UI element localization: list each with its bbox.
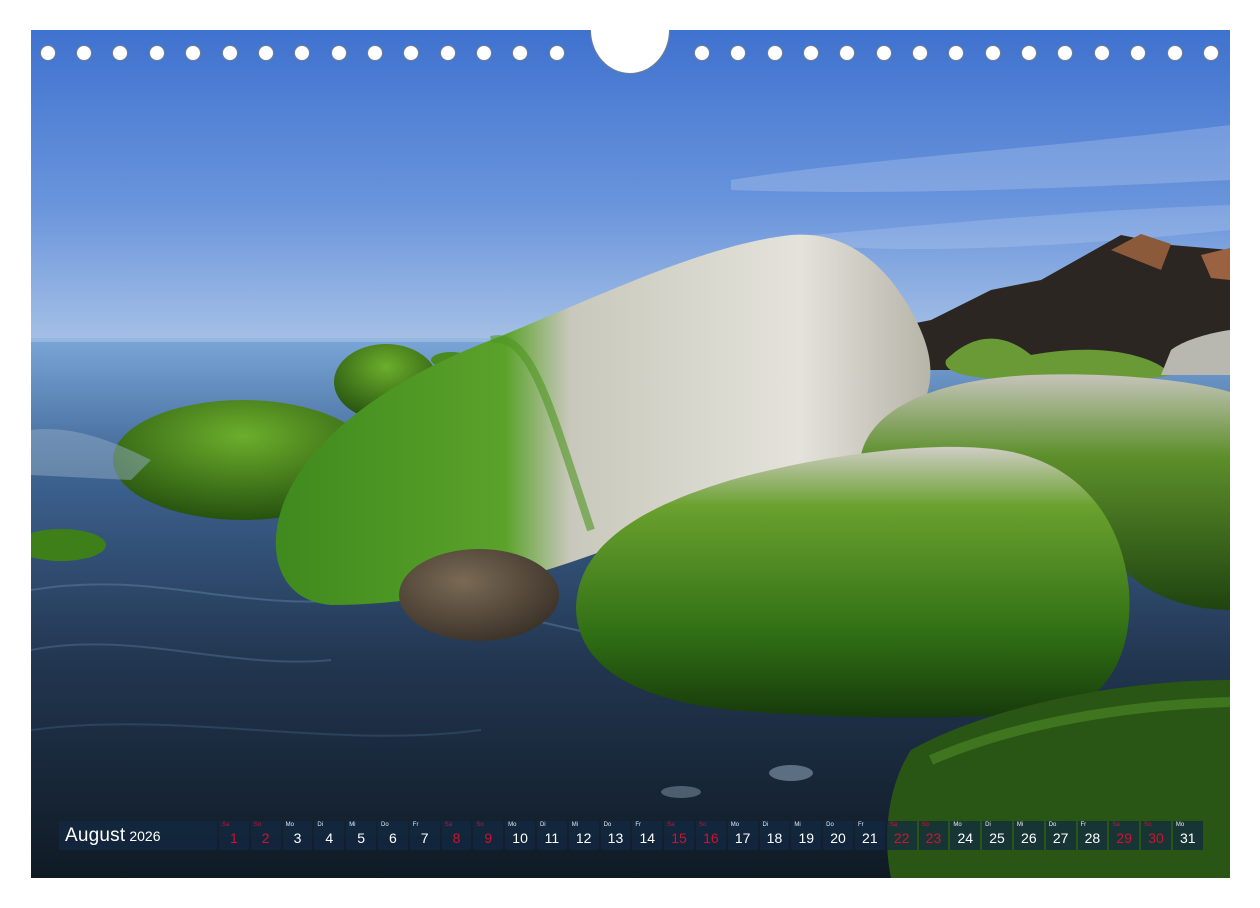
weekday-label: Mi bbox=[571, 822, 579, 828]
day-cell: So 30 bbox=[1141, 821, 1171, 850]
day-number: 28 bbox=[1084, 830, 1101, 846]
weekday-label: Mi bbox=[349, 822, 356, 828]
weekday-label: Mo bbox=[953, 822, 962, 828]
weekday-label: So bbox=[921, 822, 929, 828]
day-number: 11 bbox=[544, 830, 560, 846]
day-number: 22 bbox=[893, 830, 910, 846]
day-number: 20 bbox=[830, 830, 846, 846]
day-number: 30 bbox=[1148, 830, 1164, 846]
day-number: 15 bbox=[671, 830, 687, 846]
day-cell: Sa 29 bbox=[1109, 821, 1140, 850]
weekday-label: Sa bbox=[444, 822, 452, 828]
day-cell: Mo 31 bbox=[1172, 821, 1203, 850]
day-number: 27 bbox=[1052, 830, 1069, 846]
calendar-bar: August 2026 Sa 1 So 2 Mo 3 Di 4 Mi 5 Do 6 Fr 7 Sa 8 So 9 M… bbox=[59, 821, 1203, 850]
day-number: 24 bbox=[957, 830, 974, 846]
day-number: 31 bbox=[1180, 830, 1196, 846]
day-number: 1 bbox=[230, 830, 238, 846]
day-number: 19 bbox=[798, 830, 815, 846]
day-strip: Sa 1 So 2 Mo 3 Di 4 Mi 5 Do 6 Fr 7 Sa 8 So 9 Mo 10 Di 11 Mi 12 D… bbox=[219, 821, 1203, 850]
weekday-label: Sa bbox=[667, 822, 675, 828]
day-number: 8 bbox=[452, 830, 461, 846]
day-number: 29 bbox=[1116, 830, 1132, 846]
weekday-label: Di bbox=[985, 822, 991, 828]
day-number: 3 bbox=[293, 830, 302, 846]
weekday-label: Mi bbox=[1016, 822, 1024, 828]
day-number: 6 bbox=[388, 830, 397, 846]
weekday-label: So bbox=[1144, 822, 1152, 828]
day-cell: Di 18 bbox=[759, 821, 790, 850]
day-number: 13 bbox=[607, 830, 624, 846]
weekday-label: Sa bbox=[889, 822, 898, 828]
day-number: 16 bbox=[703, 830, 719, 846]
day-number: 26 bbox=[1021, 830, 1037, 846]
day-cell: Do 6 bbox=[377, 821, 408, 850]
day-cell: Mo 3 bbox=[282, 821, 313, 850]
weekday-label: Do bbox=[603, 822, 612, 828]
weekday-label: Mo bbox=[508, 822, 517, 828]
day-cell: Fr 21 bbox=[854, 821, 885, 850]
day-cell: So 23 bbox=[918, 821, 949, 850]
day-cell: Sa 15 bbox=[664, 821, 694, 850]
weekday-label: Fr bbox=[1080, 822, 1087, 828]
weekday-label: Sa bbox=[222, 822, 230, 828]
day-cell: Di 25 bbox=[982, 821, 1012, 850]
day-number: 14 bbox=[639, 830, 656, 846]
weekday-label: Mo bbox=[730, 822, 740, 828]
weekday-label: Di bbox=[762, 822, 769, 828]
day-number: 18 bbox=[766, 830, 783, 846]
day-cell: Fr 7 bbox=[409, 821, 440, 850]
day-cell: Do 13 bbox=[600, 821, 631, 850]
weekday-label: Do bbox=[826, 822, 834, 828]
day-cell: Mi 26 bbox=[1013, 821, 1044, 850]
day-number: 2 bbox=[261, 830, 270, 846]
day-cell: Fr 14 bbox=[632, 821, 663, 850]
day-cell: So 9 bbox=[473, 821, 504, 850]
weekday-label: Fr bbox=[635, 822, 642, 828]
day-cell: Mo 17 bbox=[727, 821, 758, 850]
day-cell: Di 11 bbox=[536, 821, 567, 850]
weekday-label: Fr bbox=[857, 822, 864, 828]
day-number: 23 bbox=[925, 830, 942, 846]
weekday-label: Sa bbox=[1112, 822, 1120, 828]
day-cell: Sa 22 bbox=[886, 821, 917, 850]
weekday-label: Mi bbox=[794, 822, 801, 828]
day-number: 7 bbox=[420, 830, 429, 846]
day-cell: Mi 19 bbox=[791, 821, 822, 850]
day-cell: So 2 bbox=[250, 821, 281, 850]
day-number: 10 bbox=[512, 830, 528, 846]
weekday-label: So bbox=[476, 822, 484, 828]
day-number: 4 bbox=[325, 830, 334, 846]
day-cell: Fr 28 bbox=[1077, 821, 1108, 850]
day-cell: Mi 5 bbox=[346, 821, 376, 850]
day-cell: Mo 24 bbox=[950, 821, 981, 850]
day-number: 9 bbox=[484, 830, 493, 846]
day-number: 12 bbox=[575, 830, 592, 846]
day-cell: Sa 8 bbox=[441, 821, 472, 850]
day-cell: Mo 10 bbox=[505, 821, 535, 850]
weekday-label: Fr bbox=[412, 822, 419, 828]
day-cell: Sa 1 bbox=[219, 821, 249, 850]
day-number: 21 bbox=[862, 830, 878, 846]
calendar-photo bbox=[31, 30, 1230, 878]
day-number: 5 bbox=[357, 830, 365, 846]
weekday-label: So bbox=[698, 822, 707, 828]
weekday-label: Di bbox=[317, 822, 324, 828]
day-cell: Do 27 bbox=[1045, 821, 1076, 850]
month-year: 2026 bbox=[129, 827, 161, 844]
weekday-label: So bbox=[253, 822, 262, 828]
month-label: August 2026 bbox=[59, 821, 217, 850]
day-cell: Mi 12 bbox=[568, 821, 599, 850]
weekday-label: Mo bbox=[285, 822, 294, 828]
weekday-label: Di bbox=[539, 822, 546, 828]
day-cell: Do 20 bbox=[823, 821, 853, 850]
day-number: 17 bbox=[734, 830, 751, 846]
month-name: August bbox=[65, 824, 126, 846]
weekday-label: Do bbox=[380, 822, 389, 828]
day-cell: So 16 bbox=[695, 821, 726, 850]
day-cell: Di 4 bbox=[314, 821, 345, 850]
day-number: 25 bbox=[989, 830, 1005, 846]
weekday-label: Do bbox=[1048, 822, 1057, 828]
weekday-label: Mo bbox=[1175, 822, 1185, 828]
